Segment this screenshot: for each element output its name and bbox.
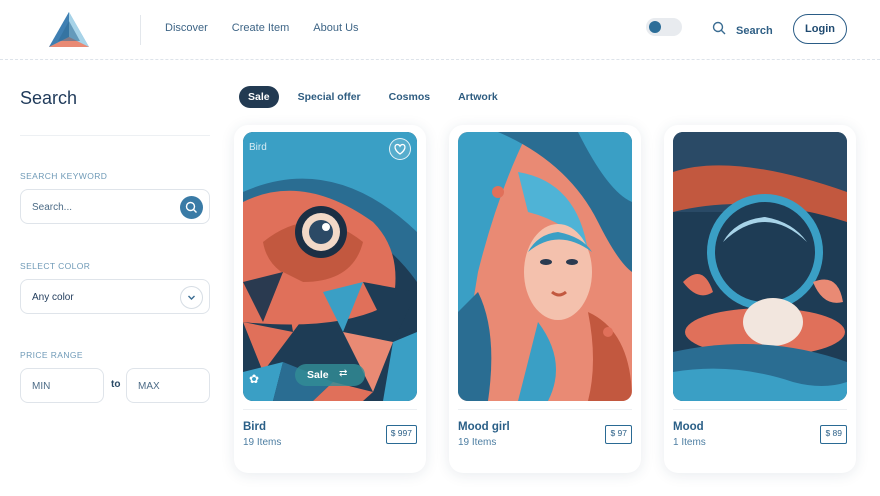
header-search-label: Search (736, 24, 773, 37)
nav-create-item[interactable]: Create Item (232, 22, 289, 34)
nav-discover[interactable]: Discover (165, 22, 208, 34)
login-button[interactable]: Login (793, 14, 847, 44)
card-item-count: 1 Items (673, 437, 706, 448)
theme-toggle[interactable] (646, 18, 682, 36)
min-price-placeholder: MIN (32, 381, 51, 392)
keyword-label: SEARCH KEYWORD (20, 171, 108, 181)
header-search-link[interactable]: Search (712, 21, 773, 40)
tab-sale[interactable]: Sale (239, 86, 279, 108)
header: Discover Create Item About Us Search Log… (0, 0, 880, 60)
product-card[interactable]: Mood 1 Items $ 89 (664, 125, 856, 473)
card-divider (243, 409, 417, 410)
flower-icon: ✿ (249, 372, 260, 386)
mood-artwork-image[interactable] (673, 132, 847, 401)
color-select[interactable]: Any color (20, 279, 210, 314)
mood-girl-artwork-image[interactable] (458, 132, 632, 401)
color-dropdown-button[interactable] (180, 286, 203, 309)
tab-artwork[interactable]: Artwork (449, 86, 507, 108)
search-icon (712, 21, 726, 40)
card-title: Mood girl (458, 421, 510, 433)
min-price-input[interactable]: MIN (20, 368, 104, 403)
product-card[interactable]: Mood girl 19 Items $ 97 (449, 125, 641, 473)
sale-badge-label: Sale (307, 369, 329, 381)
sidebar-divider (20, 135, 210, 136)
card-price: $ 997 (385, 425, 417, 444)
tab-special-offer[interactable]: Special offer (289, 86, 370, 108)
card-title: Bird (243, 421, 266, 433)
header-divider (140, 15, 141, 45)
card-item-count: 19 Items (243, 437, 282, 448)
triangle-logo-icon[interactable] (48, 11, 90, 49)
price-to-text: to (111, 379, 121, 390)
chevron-down-icon (188, 295, 195, 300)
card-price: $ 89 (820, 425, 847, 444)
toggle-knob (649, 21, 661, 33)
max-price-placeholder: MAX (138, 381, 160, 392)
bird-artwork-image[interactable]: Bird ✿ Sale ⇄ (243, 132, 417, 401)
search-input-placeholder: Search... (32, 202, 73, 213)
card-divider (458, 409, 632, 410)
sale-badge[interactable]: Sale ⇄ (295, 364, 365, 386)
tab-cosmos[interactable]: Cosmos (380, 86, 439, 108)
category-tabs: Sale Special offer Cosmos Artwork (239, 86, 517, 108)
card-corner-label: Bird (249, 142, 267, 153)
sidebar-title: Search (20, 88, 78, 108)
card-price: $ 97 (605, 425, 632, 444)
nav-about-us[interactable]: About Us (313, 22, 358, 34)
search-icon (185, 201, 197, 213)
arrows-icon: ⇄ (339, 368, 348, 379)
heart-icon (394, 143, 406, 155)
search-input[interactable]: Search... (20, 189, 210, 224)
price-label: PRICE RANGE (20, 350, 83, 360)
color-select-value: Any color (32, 292, 74, 303)
main-nav: Discover Create Item About Us (165, 22, 359, 34)
card-title: Mood (673, 421, 704, 433)
product-card[interactable]: Bird ✿ Sale ⇄ Bird 19 Items $ 997 (234, 125, 426, 473)
card-item-count: 19 Items (458, 437, 497, 448)
color-label: SELECT COLOR (20, 261, 91, 271)
search-submit-button[interactable] (180, 196, 203, 219)
card-divider (673, 409, 847, 410)
max-price-input[interactable]: MAX (126, 368, 210, 403)
favorite-button[interactable] (389, 138, 411, 160)
